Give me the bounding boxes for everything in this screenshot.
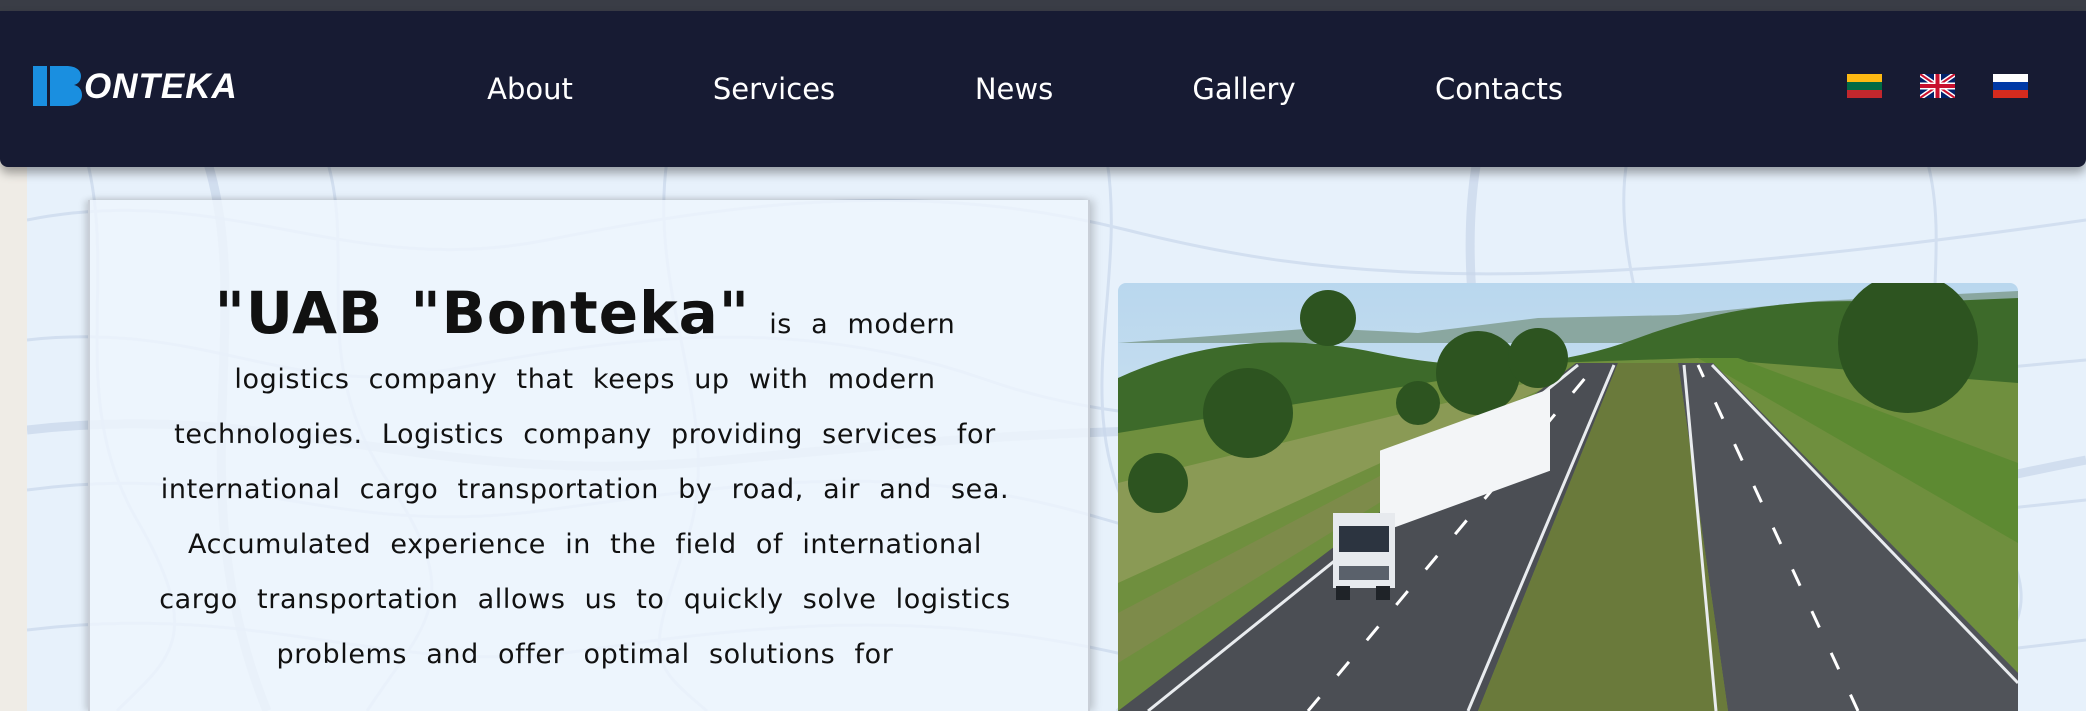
- flag-lithuania-icon[interactable]: [1847, 74, 1882, 98]
- nav-gallery[interactable]: Gallery: [1192, 11, 1295, 167]
- nav-news[interactable]: News: [975, 11, 1053, 167]
- nav-services[interactable]: Services: [713, 11, 835, 167]
- nav-contacts[interactable]: Contacts: [1435, 11, 1563, 167]
- about-body: is a modern logistics company that keeps…: [159, 309, 1011, 670]
- truck-highway-photo: [1118, 283, 2018, 711]
- language-switcher: [1847, 74, 2028, 98]
- browser-top-strip: [0, 0, 2086, 11]
- top-navbar: ONTEKA About Services News Gallery Conta…: [0, 11, 2086, 167]
- company-name: "UAB "Bonteka": [214, 279, 750, 347]
- flag-russia-icon[interactable]: [1993, 74, 2028, 98]
- flag-uk-icon[interactable]: [1920, 74, 1955, 98]
- main-menu: About Services News Gallery Contacts: [0, 11, 2086, 167]
- about-text: "UAB "Bonteka" is a modern logistics com…: [150, 284, 1020, 682]
- nav-about[interactable]: About: [487, 11, 573, 167]
- about-section: "UAB "Bonteka" is a modern logistics com…: [88, 200, 1090, 711]
